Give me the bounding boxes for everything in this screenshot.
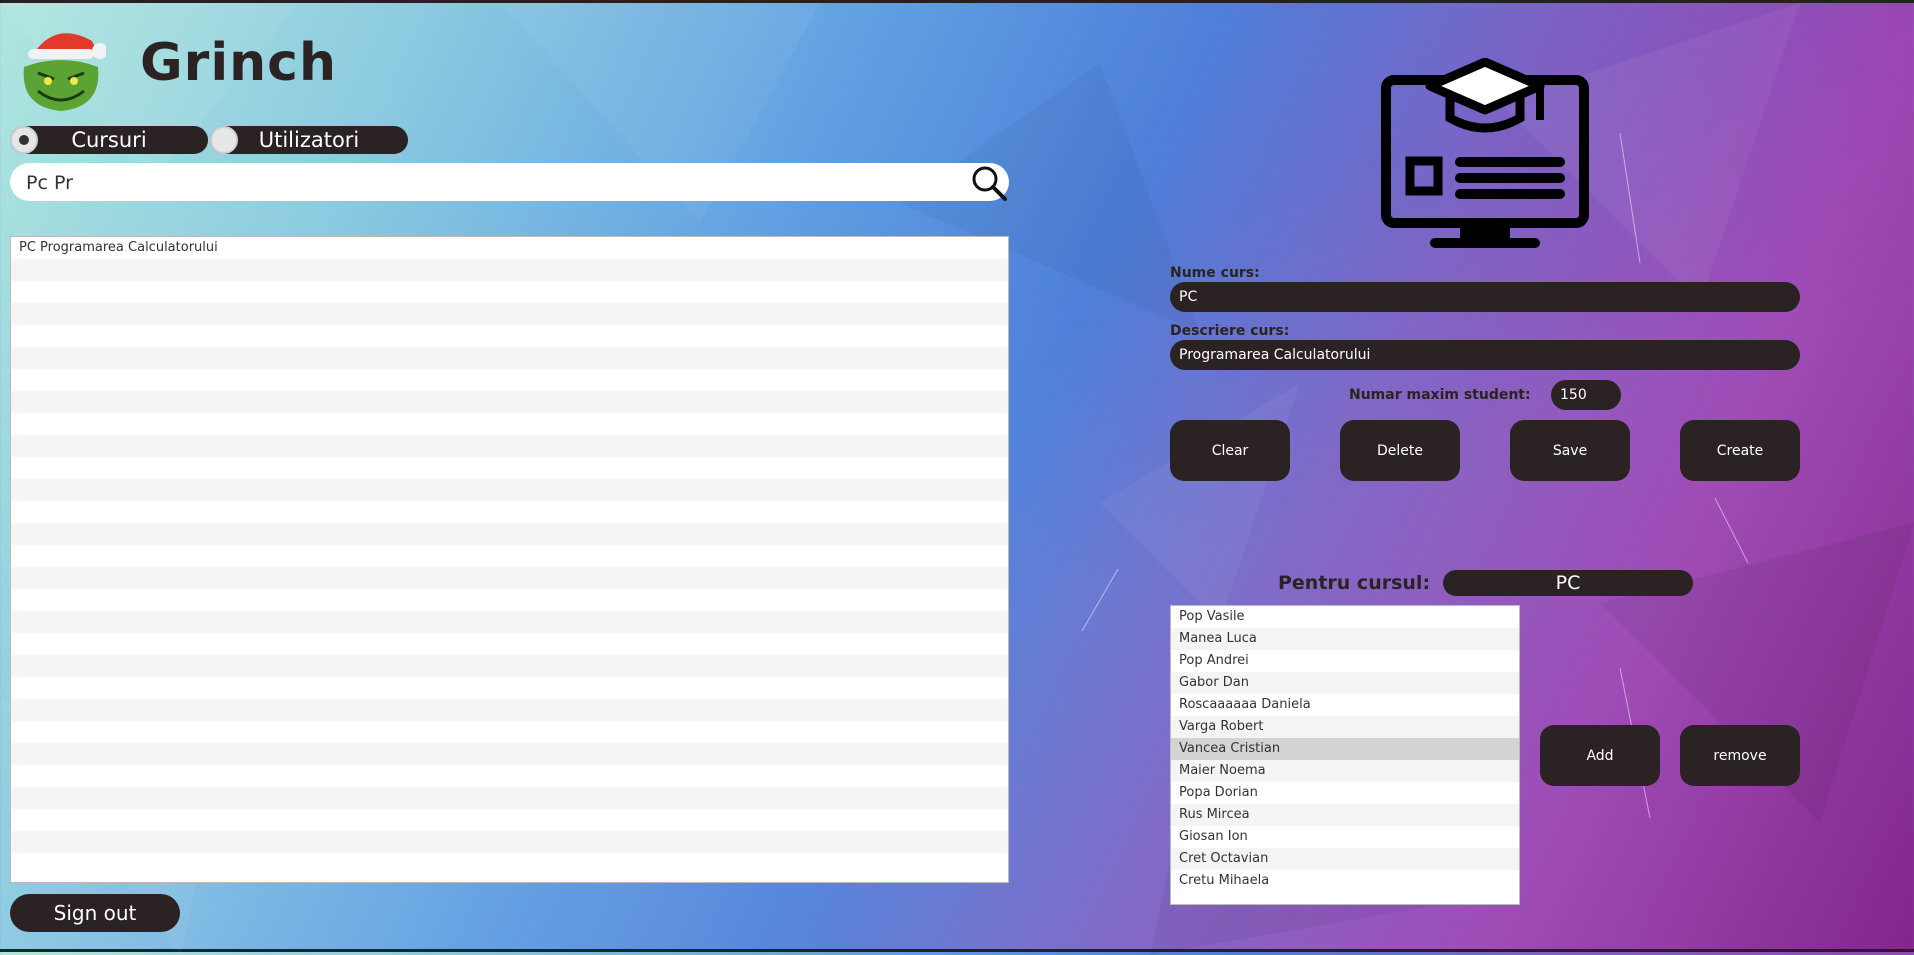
course-row[interactable] <box>11 435 1008 457</box>
course-row[interactable] <box>11 369 1008 391</box>
student-row[interactable]: Rus Mircea <box>1171 804 1519 826</box>
course-row[interactable]: PC Programarea Calculatorului <box>11 237 1008 259</box>
course-row[interactable] <box>11 853 1008 875</box>
student-row[interactable]: Cret Octavian <box>1171 848 1519 870</box>
course-row[interactable] <box>11 677 1008 699</box>
tab-cursuri[interactable]: Cursuri <box>10 126 208 154</box>
signout-button[interactable]: Sign out <box>10 894 180 932</box>
clear-button[interactable]: Clear <box>1170 420 1290 481</box>
desc-field[interactable] <box>1170 340 1800 370</box>
for-course-label: Pentru cursul: <box>1278 572 1431 594</box>
course-row[interactable] <box>11 699 1008 721</box>
course-row[interactable] <box>11 633 1008 655</box>
course-row[interactable] <box>11 501 1008 523</box>
student-row[interactable]: Varga Robert <box>1171 716 1519 738</box>
course-row[interactable] <box>11 545 1008 567</box>
student-row[interactable]: Maier Noema <box>1171 760 1519 782</box>
course-row[interactable] <box>11 655 1008 677</box>
course-list[interactable]: PC Programarea Calculatorului <box>10 236 1009 883</box>
search-input[interactable] <box>24 163 958 203</box>
tab-cursuri-label: Cursuri <box>71 128 147 152</box>
create-button[interactable]: Create <box>1680 420 1800 481</box>
add-button[interactable]: Add <box>1540 725 1660 786</box>
student-row[interactable]: Pop Vasile <box>1171 606 1519 628</box>
desc-label: Descriere curs: <box>1170 323 1290 339</box>
desc-field-wrap <box>1170 340 1800 370</box>
name-field[interactable] <box>1170 282 1800 312</box>
student-row[interactable]: Roscaaaaaa Daniela <box>1171 694 1519 716</box>
course-row[interactable] <box>11 347 1008 369</box>
for-course-value: PC <box>1443 570 1693 596</box>
tab-utilizatori[interactable]: Utilizatori <box>210 126 408 154</box>
student-row[interactable]: Giosan Ion <box>1171 826 1519 848</box>
student-row[interactable]: Cretu Mihaela <box>1171 870 1519 892</box>
course-row[interactable] <box>11 259 1008 281</box>
course-row[interactable] <box>11 391 1008 413</box>
radio-selected-icon[interactable] <box>10 126 38 154</box>
course-monitor-icon <box>1381 58 1589 248</box>
course-row[interactable] <box>11 457 1008 479</box>
student-row[interactable]: Gabor Dan <box>1171 672 1519 694</box>
tab-utilizatori-label: Utilizatori <box>258 128 360 152</box>
course-row[interactable] <box>11 787 1008 809</box>
remove-button[interactable]: remove <box>1680 725 1800 786</box>
student-list[interactable]: Pop Vasile Manea Luca Pop Andrei Gabor Dan R… <box>1170 605 1520 905</box>
course-row[interactable] <box>11 765 1008 787</box>
student-row[interactable]: Vancea Cristian <box>1171 738 1519 760</box>
delete-button[interactable]: Delete <box>1340 420 1460 481</box>
course-row[interactable] <box>11 589 1008 611</box>
search-box <box>10 163 1009 203</box>
radio-unselected-icon[interactable] <box>210 126 238 154</box>
grinch-logo <box>23 33 106 111</box>
student-row[interactable]: Pop Andrei <box>1171 650 1519 672</box>
course-row[interactable] <box>11 479 1008 501</box>
course-row[interactable] <box>11 809 1008 831</box>
max-students-field[interactable] <box>1551 380 1621 410</box>
course-row[interactable] <box>11 303 1008 325</box>
search-icon[interactable] <box>969 163 1009 203</box>
name-field-wrap <box>1170 282 1800 312</box>
max-students-label: Numar maxim student: <box>1349 387 1531 403</box>
course-row[interactable] <box>11 743 1008 765</box>
name-label: Nume curs: <box>1170 265 1260 281</box>
save-button[interactable]: Save <box>1510 420 1630 481</box>
course-row[interactable] <box>11 413 1008 435</box>
course-row[interactable] <box>11 567 1008 589</box>
student-row[interactable]: Popa Dorian <box>1171 782 1519 804</box>
course-row[interactable] <box>11 721 1008 743</box>
course-row[interactable] <box>11 281 1008 303</box>
course-row[interactable] <box>11 325 1008 347</box>
course-row[interactable] <box>11 831 1008 853</box>
app-title: Grinch <box>140 33 338 93</box>
course-row[interactable] <box>11 523 1008 545</box>
student-row[interactable]: Manea Luca <box>1171 628 1519 650</box>
max-students-wrap <box>1551 380 1621 410</box>
course-row[interactable] <box>11 611 1008 633</box>
